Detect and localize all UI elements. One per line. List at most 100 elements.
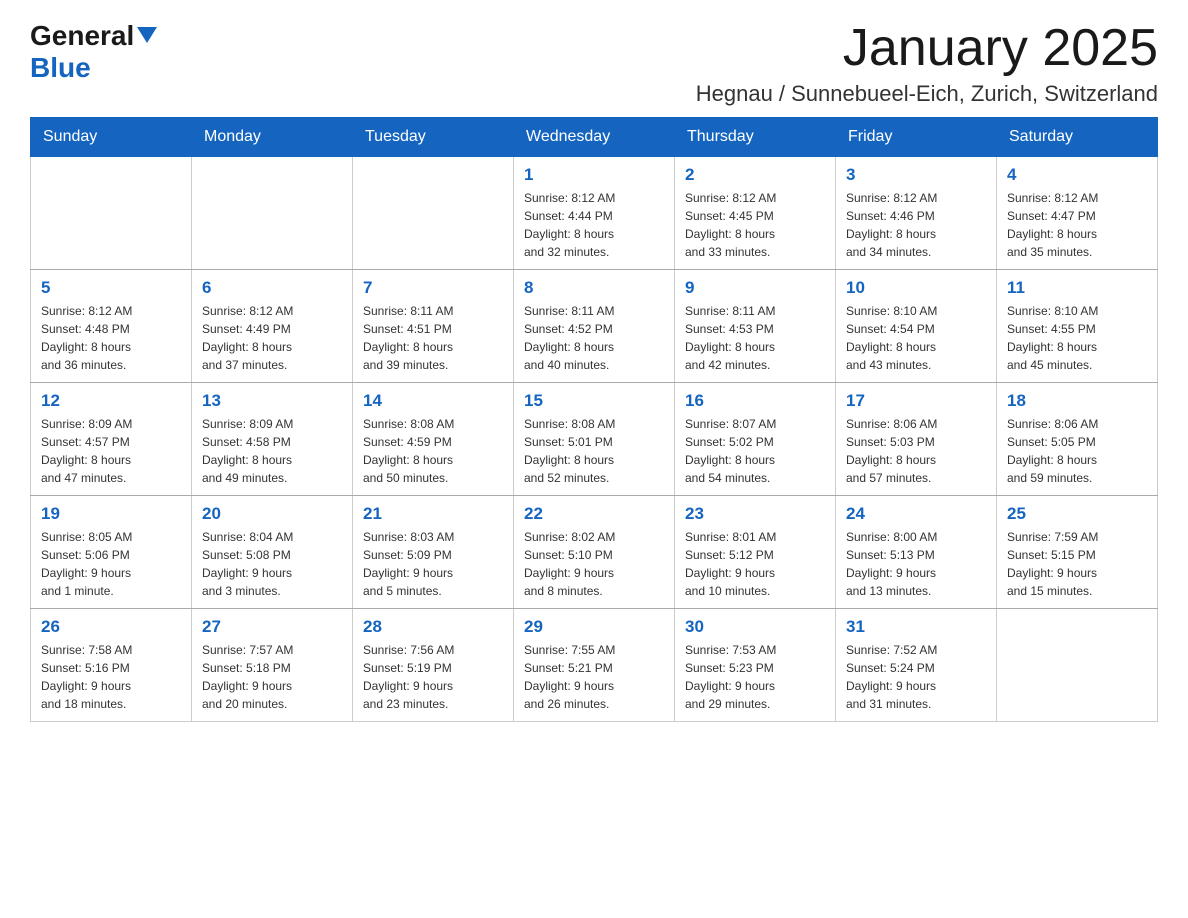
calendar-cell: 6 Sunrise: 8:12 AM Sunset: 4:49 PM Daylig…	[192, 270, 353, 383]
day-number: 30	[685, 617, 825, 637]
calendar-header-saturday: Saturday	[997, 118, 1158, 157]
calendar-cell: 28 Sunrise: 7:56 AM Sunset: 5:19 PM Dayli…	[353, 609, 514, 722]
day-info: Sunrise: 8:07 AM Sunset: 5:02 PM Dayligh…	[685, 415, 825, 487]
logo-text-general: General	[30, 20, 134, 52]
calendar-cell: 26 Sunrise: 7:58 AM Sunset: 5:16 PM Dayli…	[31, 609, 192, 722]
calendar-cell	[31, 157, 192, 270]
day-info: Sunrise: 8:03 AM Sunset: 5:09 PM Dayligh…	[363, 528, 503, 600]
calendar-cell: 25 Sunrise: 7:59 AM Sunset: 5:15 PM Dayli…	[997, 496, 1158, 609]
day-info: Sunrise: 8:02 AM Sunset: 5:10 PM Dayligh…	[524, 528, 664, 600]
calendar-cell: 9Sunrise: 8:11 AM Sunset: 4:53 PM Daylig…	[675, 270, 836, 383]
day-info: Sunrise: 7:56 AM Sunset: 5:19 PM Dayligh…	[363, 641, 503, 713]
day-info: Sunrise: 8:12 AM Sunset: 4:44 PM Dayligh…	[524, 189, 664, 261]
calendar-cell: 11 Sunrise: 8:10 AM Sunset: 4:55 PM Dayli…	[997, 270, 1158, 383]
day-number: 16	[685, 391, 825, 411]
day-number: 7	[363, 278, 503, 298]
day-info: Sunrise: 8:00 AM Sunset: 5:13 PM Dayligh…	[846, 528, 986, 600]
calendar-cell: 7 Sunrise: 8:11 AM Sunset: 4:51 PM Daylig…	[353, 270, 514, 383]
calendar-cell: 4 Sunrise: 8:12 AM Sunset: 4:47 PM Daylig…	[997, 157, 1158, 270]
calendar-cell: 24 Sunrise: 8:00 AM Sunset: 5:13 PM Dayli…	[836, 496, 997, 609]
calendar-week-row-1: 1Sunrise: 8:12 AM Sunset: 4:44 PM Daylig…	[31, 157, 1158, 270]
calendar-header-tuesday: Tuesday	[353, 118, 514, 157]
calendar-cell: 13 Sunrise: 8:09 AM Sunset: 4:58 PM Dayli…	[192, 383, 353, 496]
day-info: Sunrise: 7:52 AM Sunset: 5:24 PM Dayligh…	[846, 641, 986, 713]
day-number: 8	[524, 278, 664, 298]
page-title: January 2025	[696, 20, 1158, 77]
calendar-cell: 22 Sunrise: 8:02 AM Sunset: 5:10 PM Dayli…	[514, 496, 675, 609]
calendar-week-row-2: 5 Sunrise: 8:12 AM Sunset: 4:48 PM Daylig…	[31, 270, 1158, 383]
day-number: 24	[846, 504, 986, 524]
day-number: 18	[1007, 391, 1147, 411]
day-info: Sunrise: 8:05 AM Sunset: 5:06 PM Dayligh…	[41, 528, 181, 600]
day-info: Sunrise: 8:12 AM Sunset: 4:48 PM Dayligh…	[41, 302, 181, 374]
day-info: Sunrise: 7:58 AM Sunset: 5:16 PM Dayligh…	[41, 641, 181, 713]
day-number: 11	[1007, 278, 1147, 298]
day-number: 28	[363, 617, 503, 637]
calendar-cell: 21Sunrise: 8:03 AM Sunset: 5:09 PM Dayli…	[353, 496, 514, 609]
calendar-cell: 19 Sunrise: 8:05 AM Sunset: 5:06 PM Dayli…	[31, 496, 192, 609]
calendar-cell: 20Sunrise: 8:04 AM Sunset: 5:08 PM Dayli…	[192, 496, 353, 609]
day-number: 4	[1007, 165, 1147, 185]
day-info: Sunrise: 7:57 AM Sunset: 5:18 PM Dayligh…	[202, 641, 342, 713]
day-info: Sunrise: 8:01 AM Sunset: 5:12 PM Dayligh…	[685, 528, 825, 600]
day-info: Sunrise: 7:53 AM Sunset: 5:23 PM Dayligh…	[685, 641, 825, 713]
calendar-header-wednesday: Wednesday	[514, 118, 675, 157]
header: General Blue January 2025 Hegnau / Sunne…	[30, 20, 1158, 107]
day-number: 14	[363, 391, 503, 411]
calendar-cell	[997, 609, 1158, 722]
day-number: 6	[202, 278, 342, 298]
day-info: Sunrise: 8:12 AM Sunset: 4:46 PM Dayligh…	[846, 189, 986, 261]
calendar-header-sunday: Sunday	[31, 118, 192, 157]
calendar-cell: 16 Sunrise: 8:07 AM Sunset: 5:02 PM Dayli…	[675, 383, 836, 496]
day-number: 25	[1007, 504, 1147, 524]
calendar-week-row-4: 19 Sunrise: 8:05 AM Sunset: 5:06 PM Dayli…	[31, 496, 1158, 609]
day-info: Sunrise: 7:59 AM Sunset: 5:15 PM Dayligh…	[1007, 528, 1147, 600]
day-info: Sunrise: 8:09 AM Sunset: 4:57 PM Dayligh…	[41, 415, 181, 487]
day-number: 19	[41, 504, 181, 524]
calendar-cell: 1Sunrise: 8:12 AM Sunset: 4:44 PM Daylig…	[514, 157, 675, 270]
day-number: 13	[202, 391, 342, 411]
calendar-cell: 12Sunrise: 8:09 AM Sunset: 4:57 PM Dayli…	[31, 383, 192, 496]
calendar-header-row: SundayMondayTuesdayWednesdayThursdayFrid…	[31, 118, 1158, 157]
day-number: 29	[524, 617, 664, 637]
day-info: Sunrise: 8:11 AM Sunset: 4:51 PM Dayligh…	[363, 302, 503, 374]
day-info: Sunrise: 8:04 AM Sunset: 5:08 PM Dayligh…	[202, 528, 342, 600]
calendar-cell: 5 Sunrise: 8:12 AM Sunset: 4:48 PM Daylig…	[31, 270, 192, 383]
calendar-cell	[353, 157, 514, 270]
subtitle: Hegnau / Sunnebueel-Eich, Zurich, Switze…	[696, 81, 1158, 107]
day-info: Sunrise: 8:12 AM Sunset: 4:49 PM Dayligh…	[202, 302, 342, 374]
calendar-cell: 14Sunrise: 8:08 AM Sunset: 4:59 PM Dayli…	[353, 383, 514, 496]
calendar-header-thursday: Thursday	[675, 118, 836, 157]
day-info: Sunrise: 8:11 AM Sunset: 4:52 PM Dayligh…	[524, 302, 664, 374]
day-info: Sunrise: 7:55 AM Sunset: 5:21 PM Dayligh…	[524, 641, 664, 713]
day-number: 10	[846, 278, 986, 298]
day-number: 17	[846, 391, 986, 411]
calendar-week-row-5: 26 Sunrise: 7:58 AM Sunset: 5:16 PM Dayli…	[31, 609, 1158, 722]
calendar-cell	[192, 157, 353, 270]
day-info: Sunrise: 8:09 AM Sunset: 4:58 PM Dayligh…	[202, 415, 342, 487]
title-area: January 2025 Hegnau / Sunnebueel-Eich, Z…	[696, 20, 1158, 107]
day-info: Sunrise: 8:06 AM Sunset: 5:03 PM Dayligh…	[846, 415, 986, 487]
calendar-cell: 15Sunrise: 8:08 AM Sunset: 5:01 PM Dayli…	[514, 383, 675, 496]
day-number: 22	[524, 504, 664, 524]
day-number: 31	[846, 617, 986, 637]
calendar-cell: 29 Sunrise: 7:55 AM Sunset: 5:21 PM Dayli…	[514, 609, 675, 722]
day-number: 2	[685, 165, 825, 185]
logo-triangle-icon	[137, 27, 157, 43]
calendar-header-friday: Friday	[836, 118, 997, 157]
calendar-cell: 17 Sunrise: 8:06 AM Sunset: 5:03 PM Dayli…	[836, 383, 997, 496]
calendar-cell: 30 Sunrise: 7:53 AM Sunset: 5:23 PM Dayli…	[675, 609, 836, 722]
day-info: Sunrise: 8:12 AM Sunset: 4:47 PM Dayligh…	[1007, 189, 1147, 261]
calendar-cell: 27Sunrise: 7:57 AM Sunset: 5:18 PM Dayli…	[192, 609, 353, 722]
day-number: 3	[846, 165, 986, 185]
day-number: 5	[41, 278, 181, 298]
calendar-header-monday: Monday	[192, 118, 353, 157]
calendar-cell: 23Sunrise: 8:01 AM Sunset: 5:12 PM Dayli…	[675, 496, 836, 609]
calendar: SundayMondayTuesdayWednesdayThursdayFrid…	[30, 117, 1158, 722]
day-number: 26	[41, 617, 181, 637]
logo-text-blue: Blue	[30, 52, 91, 83]
day-info: Sunrise: 8:10 AM Sunset: 4:55 PM Dayligh…	[1007, 302, 1147, 374]
calendar-cell: 10Sunrise: 8:10 AM Sunset: 4:54 PM Dayli…	[836, 270, 997, 383]
day-number: 15	[524, 391, 664, 411]
day-info: Sunrise: 8:12 AM Sunset: 4:45 PM Dayligh…	[685, 189, 825, 261]
